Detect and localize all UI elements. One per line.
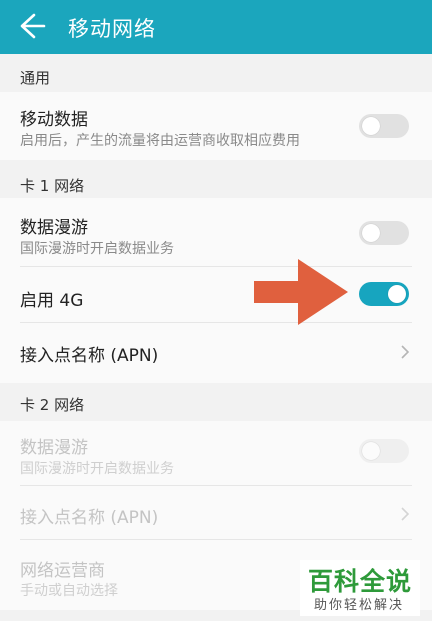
sim1-roaming-subtitle: 国际漫游时开启数据业务	[20, 241, 174, 257]
page-title: 移动网络	[68, 17, 156, 41]
sim1-group: 数据漫游 国际漫游时开启数据业务 启用 4G 接入点名称 (APN)	[0, 198, 432, 383]
chevron-right-icon[interactable]	[400, 344, 410, 360]
annotation-arrow-icon	[254, 259, 348, 325]
sim1-roaming-title[interactable]: 数据漫游	[20, 213, 88, 238]
watermark-logo: 百科全说 助你轻松解决	[300, 560, 420, 616]
app-bar: 移动网络	[0, 0, 432, 54]
chevron-right-icon	[401, 507, 410, 521]
section-header-sim1: 卡 1 网络	[0, 160, 432, 198]
mobile-data-toggle[interactable]	[359, 114, 409, 138]
toggle-knob	[362, 224, 380, 242]
sim1-apn-title[interactable]: 接入点名称 (APN)	[20, 341, 158, 366]
section-label: 卡 1 网络	[20, 177, 85, 195]
divider	[20, 485, 412, 486]
sim1-roaming-toggle[interactable]	[359, 221, 409, 245]
toggle-knob	[362, 442, 380, 460]
mobile-data-title: 移动数据	[20, 110, 88, 130]
sim2-roaming-title: 数据漫游	[20, 438, 88, 458]
divider	[20, 266, 412, 267]
section-header-general: 通用	[0, 54, 432, 92]
section-label: 通用	[20, 69, 51, 87]
lte-title[interactable]: 启用 4G	[20, 286, 83, 311]
mobile-data-row[interactable]: 移动数据 启用后，产生的流量将由运营商收取相应费用	[0, 92, 432, 160]
back-button[interactable]	[14, 11, 48, 41]
divider	[20, 539, 412, 540]
operator-subtitle: 手动或自动选择	[20, 583, 118, 599]
lte-toggle[interactable]	[359, 282, 409, 306]
divider	[20, 322, 412, 323]
watermark-title: 百科全说	[308, 567, 413, 596]
mobile-data-subtitle: 启用后，产生的流量将由运营商收取相应费用	[20, 133, 300, 149]
watermark-subtitle: 助你轻松解决	[314, 598, 405, 613]
section-label: 卡 2 网络	[20, 396, 85, 414]
toggle-knob	[362, 117, 380, 135]
sim2-roaming-subtitle: 国际漫游时开启数据业务	[20, 461, 174, 477]
toggle-knob	[388, 285, 406, 303]
arrow-left-icon	[20, 13, 46, 39]
sim2-roaming-toggle	[359, 439, 409, 463]
sim2-apn-title: 接入点名称 (APN)	[20, 508, 159, 528]
section-header-sim2: 卡 2 网络	[0, 383, 432, 421]
operator-title: 网络运营商	[20, 561, 105, 581]
